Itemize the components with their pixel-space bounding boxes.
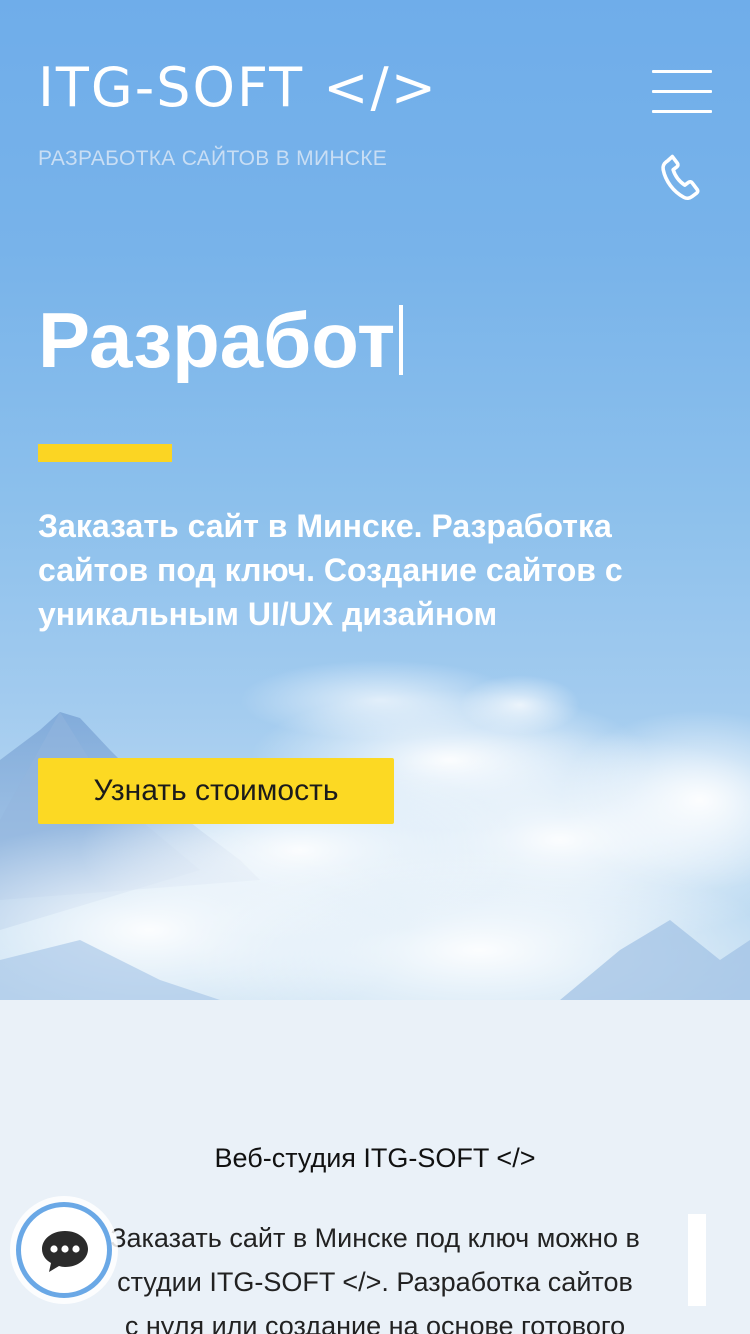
chat-bubble-icon: [42, 1231, 88, 1272]
section-text-line: с нуля или создание на основе готового: [124, 1311, 626, 1334]
about-section: Веб-студия ITG-SOFT </> Заказать сайт в …: [0, 1000, 750, 1334]
section-text: Заказать сайт в Минске под ключ можно в …: [75, 1216, 675, 1334]
menu-line: [652, 90, 712, 93]
hero-headline: Разработ: [38, 296, 404, 384]
menu-line: [652, 110, 712, 113]
scroll-indicator[interactable]: [688, 1214, 706, 1306]
typing-cursor: [399, 305, 404, 375]
hamburger-menu-icon[interactable]: [652, 70, 712, 114]
hero-subtitle: Заказать сайт в Минске. Разработка сайто…: [38, 508, 623, 632]
section-text-line: студии ITG-SOFT </>. Разработка сайтов: [117, 1267, 633, 1297]
hero-headline-text: Разработ: [38, 296, 396, 384]
phone-icon[interactable]: [652, 150, 714, 212]
site-logo[interactable]: ITG-SOFT </>: [38, 56, 438, 119]
accent-divider: [38, 444, 172, 462]
hero-section: ITG-SOFT </> РАЗРАБОТКА САЙТОВ В МИНСКЕ …: [0, 0, 750, 1000]
section-text-line: Заказать сайт в Минске под ключ можно в: [110, 1223, 640, 1253]
page: ITG-SOFT </> РАЗРАБОТКА САЙТОВ В МИНСКЕ …: [0, 0, 750, 1334]
menu-line: [652, 70, 712, 73]
get-price-button[interactable]: Узнать стоимость: [38, 758, 394, 824]
chat-button[interactable]: [16, 1202, 112, 1298]
site-tagline: РАЗРАБОТКА САЙТОВ В МИНСКЕ: [38, 147, 388, 170]
section-title: Веб-студия ITG-SOFT </>: [214, 1143, 536, 1173]
